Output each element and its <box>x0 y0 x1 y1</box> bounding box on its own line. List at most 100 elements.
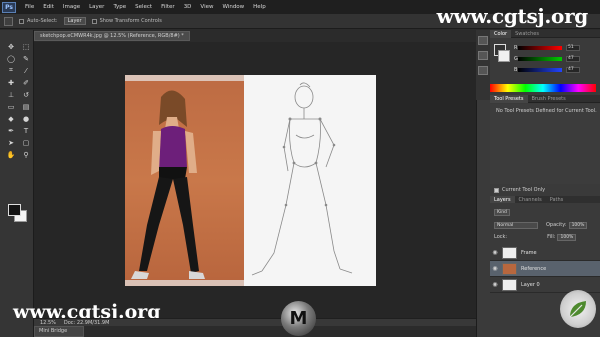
history-panel-icon[interactable] <box>478 36 488 45</box>
slider-blue-value[interactable]: 47 <box>566 67 580 73</box>
slider-green-track[interactable] <box>518 57 562 61</box>
menu-3d[interactable]: 3D <box>184 4 192 10</box>
menu-type[interactable]: Type <box>113 4 126 10</box>
auto-select-checkbox[interactable] <box>19 18 24 24</box>
foreground-color-swatch[interactable] <box>8 204 21 216</box>
tool-presets-list: No Tool Presets Defined for Current Tool… <box>490 104 600 184</box>
history-brush-icon[interactable]: ↺ <box>20 90 32 99</box>
status-bar: 12.5% Doc: 22.9M/31.9M <box>34 318 476 326</box>
layer-row-frame[interactable]: ◉ Frame <box>490 245 600 261</box>
opacity-input[interactable]: 100% <box>568 221 588 229</box>
menu-view[interactable]: View <box>200 4 213 10</box>
slider-green[interactable]: G 47 <box>514 55 594 63</box>
tab-swatches[interactable]: Swatches <box>511 30 543 38</box>
move-tool-icon[interactable] <box>4 16 13 26</box>
menu-edit[interactable]: Edit <box>43 4 54 10</box>
eraser-icon[interactable]: ▭ <box>5 102 17 111</box>
reference-photo <box>125 75 244 286</box>
info-panel-icon[interactable] <box>478 66 488 75</box>
quick-select-icon[interactable]: ✎ <box>20 54 32 63</box>
slider-blue[interactable]: B 47 <box>514 66 594 74</box>
layer-name: Frame <box>521 249 537 256</box>
dodge-icon[interactable]: ● <box>20 114 32 123</box>
shape-icon[interactable]: ▢ <box>20 138 32 147</box>
crop-icon[interactable]: ⌗ <box>5 66 17 75</box>
slider-red-track[interactable] <box>518 46 562 50</box>
tool-presets-header: Tool Presets Brush Presets <box>490 94 600 103</box>
slider-red[interactable]: R 51 <box>514 44 594 52</box>
layer-thumbnail <box>502 278 517 291</box>
healing-icon[interactable]: ✚ <box>5 78 17 87</box>
gesture-sketch <box>244 75 376 286</box>
site-logo-icon: M <box>281 301 316 336</box>
layer-filter-row: Kind <box>494 208 510 216</box>
photoshop-app-icon: Ps <box>2 1 16 13</box>
color-bg-swatch[interactable] <box>498 50 510 62</box>
menu-file[interactable]: File <box>25 4 34 10</box>
tools-panel: ✥ ⬚ ◯ ✎ ⌗ ⁄ ✚ ✐ ⊥ ↺ ▭ ▤ ◆ ● ✒ T ➤ ▢ ✋ ⚲ <box>0 30 34 337</box>
canvas-area[interactable] <box>34 42 476 324</box>
layer-thumbnail <box>502 262 517 275</box>
layer-row-reference[interactable]: ◉ Reference <box>490 261 600 277</box>
properties-panel-icon[interactable] <box>478 51 488 60</box>
color-panel: R 51 G 47 B 47 <box>490 38 600 90</box>
menu-layer[interactable]: Layer <box>89 4 104 10</box>
menu-filter[interactable]: Filter <box>161 4 175 10</box>
blend-row: Normal Opacity: 100% <box>494 221 598 229</box>
type-icon[interactable]: T <box>20 126 32 135</box>
move-icon[interactable]: ✥ <box>5 42 17 51</box>
tool-presets-message: No Tool Presets Defined for Current Tool… <box>496 108 597 114</box>
mini-bridge-tab[interactable]: Mini Bridge <box>34 326 84 337</box>
marquee-icon[interactable]: ⬚ <box>20 42 32 51</box>
color-panel-header: Color Swatches <box>490 29 600 38</box>
eye-icon[interactable]: ◉ <box>490 249 500 256</box>
tab-color[interactable]: Color <box>490 29 512 38</box>
document-canvas[interactable] <box>125 75 376 286</box>
zoom-icon[interactable]: ⚲ <box>20 150 32 159</box>
slider-red-value[interactable]: 51 <box>566 45 580 51</box>
eye-icon[interactable]: ◉ <box>490 281 500 288</box>
current-tool-only-checkbox[interactable] <box>494 187 499 193</box>
layer-thumbnail <box>502 246 517 259</box>
doc-info: Doc: 22.9M/31.9M <box>63 319 110 326</box>
layer-name: Layer 0 <box>521 281 540 288</box>
auto-select-dropdown[interactable]: Layer <box>63 17 86 25</box>
hand-icon[interactable]: ✋ <box>5 150 17 159</box>
lasso-icon[interactable]: ◯ <box>5 54 17 63</box>
slider-blue-track[interactable] <box>518 68 562 72</box>
zoom-level[interactable]: 12.5% <box>40 320 56 326</box>
leaf-logo-icon <box>560 290 596 328</box>
tab-tool-presets[interactable]: Tool Presets <box>490 94 528 103</box>
pen-icon[interactable]: ✒ <box>5 126 17 135</box>
leaf-shape <box>569 301 586 318</box>
brush-icon[interactable]: ✐ <box>20 78 32 87</box>
document-tab[interactable]: sketchpop.eCMWR4k.jpg @ 12.5% (Reference… <box>34 31 190 41</box>
fill-label: Fill: <box>547 234 556 240</box>
fill-input[interactable]: 100% <box>557 233 577 241</box>
reference-photo-figure <box>125 75 244 286</box>
auto-select-label: Auto-Select: <box>27 18 58 24</box>
menu-image[interactable]: Image <box>63 4 80 10</box>
eye-icon[interactable]: ◉ <box>490 265 500 272</box>
photoshop-window: Ps File Edit Image Layer Type Select Fil… <box>0 0 600 337</box>
current-tool-only[interactable]: Current Tool Only <box>490 186 600 194</box>
blur-icon[interactable]: ◆ <box>5 114 17 123</box>
path-select-icon[interactable]: ➤ <box>5 138 17 147</box>
blend-mode-dropdown[interactable]: Normal <box>494 221 538 229</box>
tab-brush-presets[interactable]: Brush Presets <box>528 95 570 103</box>
clone-stamp-icon[interactable]: ⊥ <box>5 90 17 99</box>
slider-green-value[interactable]: 47 <box>566 56 580 62</box>
show-transform-checkbox[interactable] <box>91 18 97 24</box>
color-spectrum[interactable] <box>490 84 596 92</box>
eyedropper-icon[interactable]: ⁄ <box>20 66 32 75</box>
watermark-top: www.cgtsj.org <box>436 4 589 28</box>
menu-select[interactable]: Select <box>135 4 152 10</box>
opacity-label: Opacity: <box>546 222 567 228</box>
show-transform-label: Show Transform Controls <box>99 18 162 24</box>
layer-kind-dropdown[interactable]: Kind <box>494 208 510 216</box>
menu-window[interactable]: Window <box>222 4 244 10</box>
lock-label: Lock: <box>494 234 508 240</box>
layer-name: Reference <box>521 265 547 272</box>
menu-help[interactable]: Help <box>253 4 266 10</box>
gradient-icon[interactable]: ▤ <box>20 102 32 111</box>
